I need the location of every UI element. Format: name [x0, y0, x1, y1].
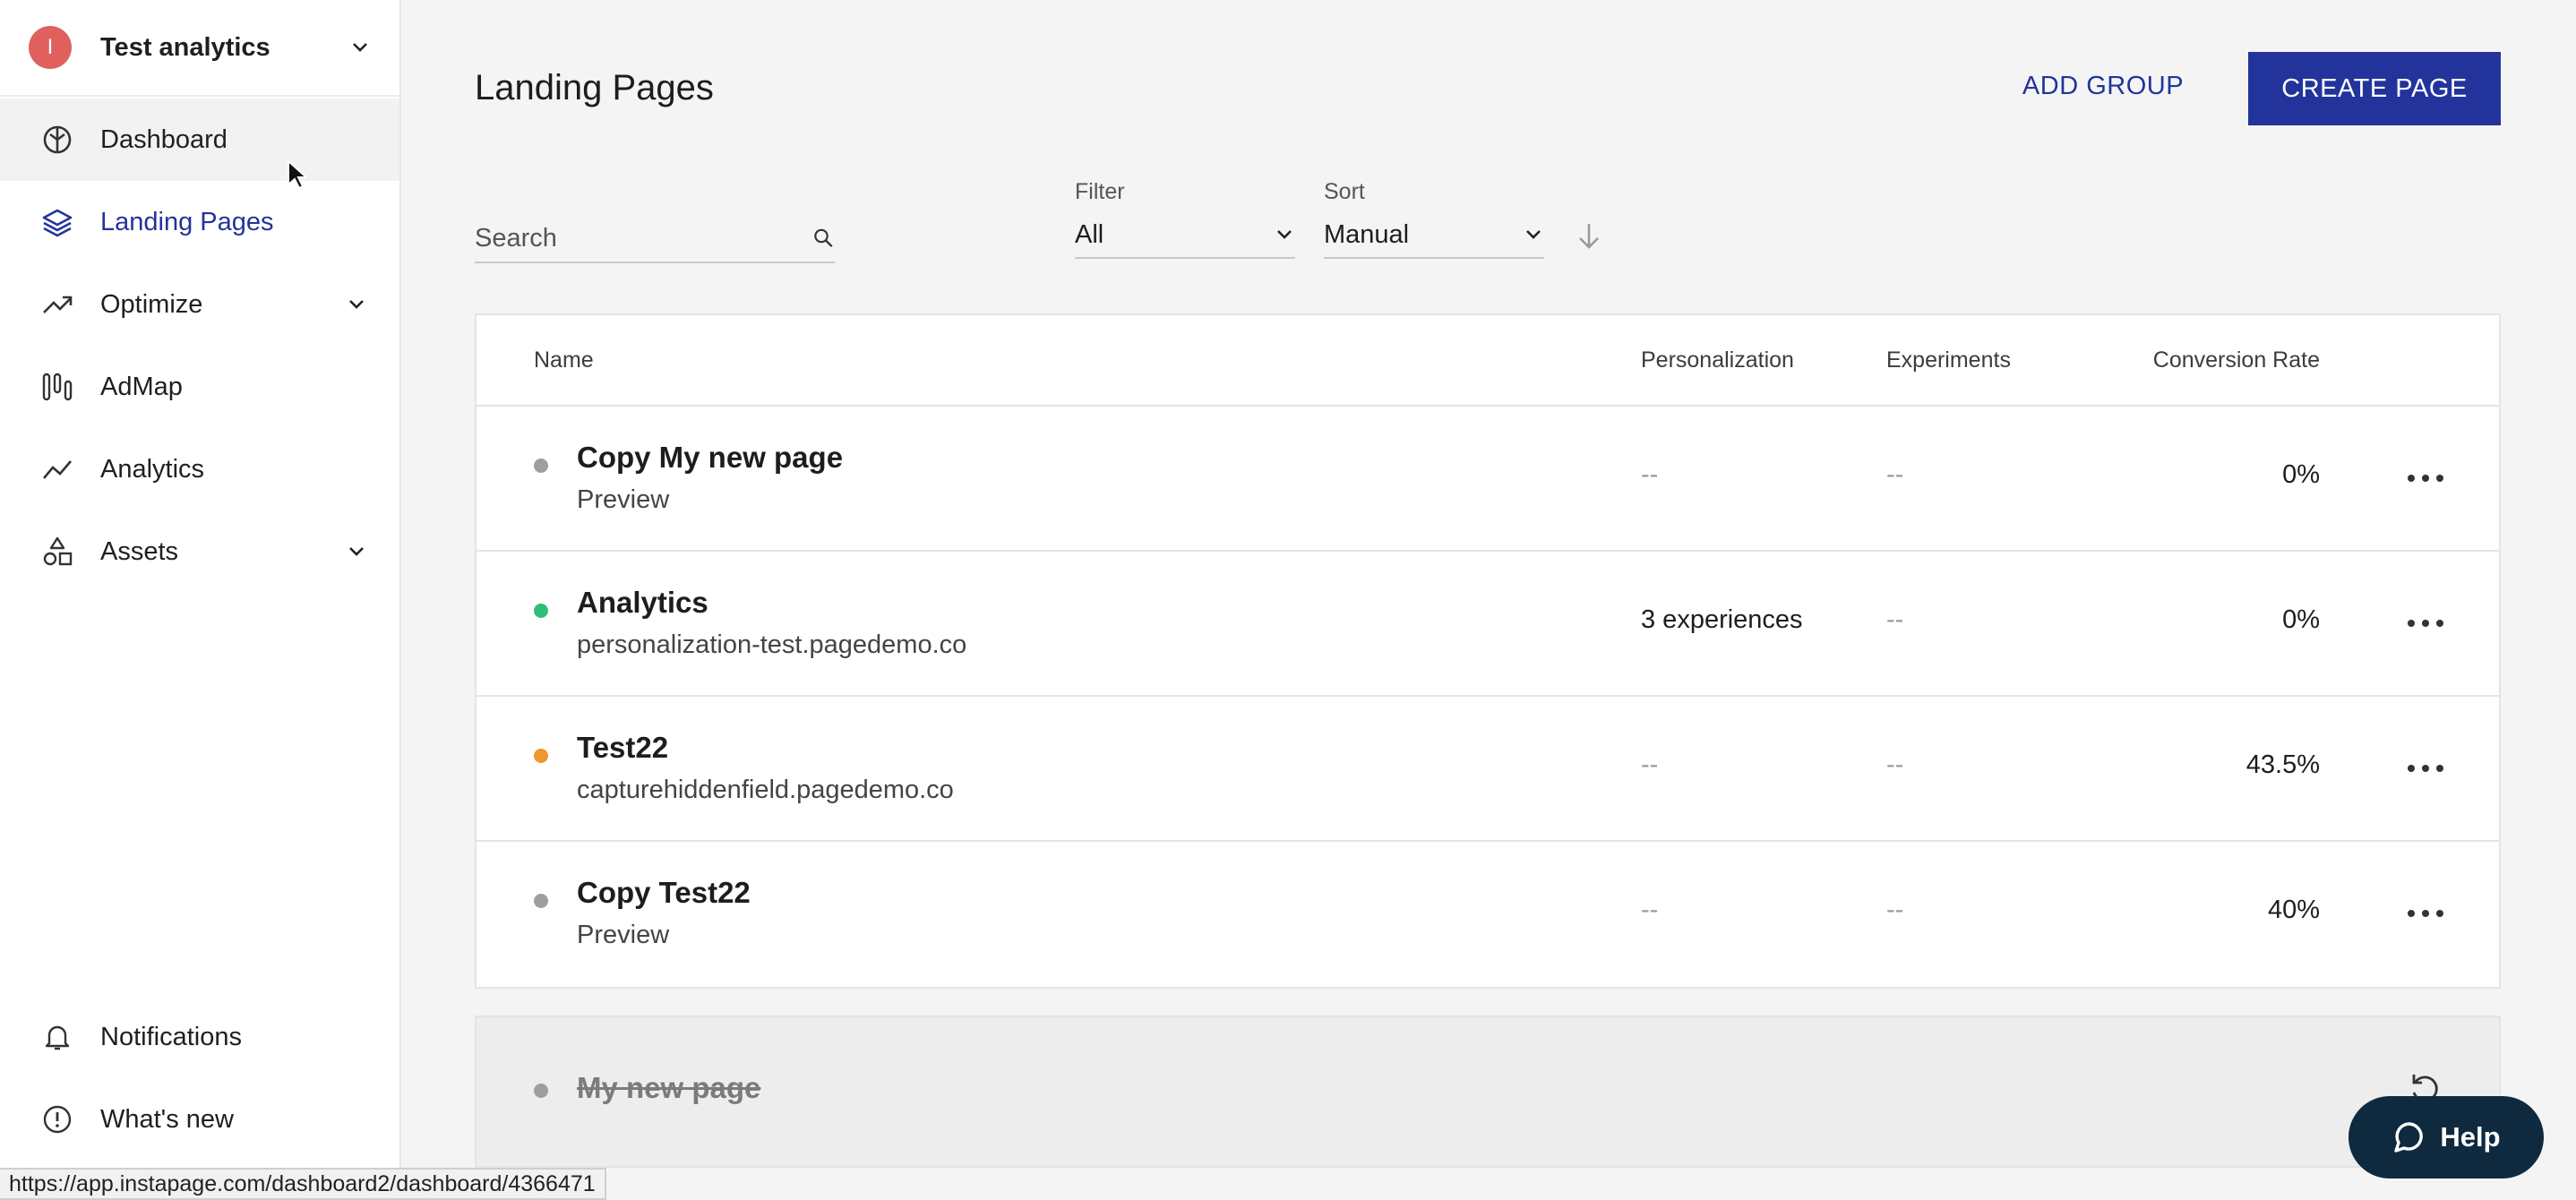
- sidebar-item-label: Notifications: [100, 1022, 242, 1051]
- workspace-avatar: I: [29, 26, 72, 69]
- sidebar-item-label: Dashboard: [100, 124, 228, 154]
- chevron-down-icon: [349, 300, 364, 309]
- column-header-conversion-rate[interactable]: Conversion Rate: [2153, 347, 2320, 373]
- workspace-switcher[interactable]: I Test analytics: [0, 0, 399, 97]
- page-title: Landing Pages: [475, 68, 714, 107]
- chevron-down-icon: [349, 547, 364, 556]
- sort-value: Manual: [1324, 219, 1410, 249]
- conversion-rate-value: 40%: [2267, 896, 2320, 924]
- more-options-icon[interactable]: [2408, 607, 2443, 639]
- filter-label: Filter: [1075, 179, 1125, 204]
- sidebar-item-landing-pages[interactable]: Landing Pages: [0, 181, 399, 263]
- status-dot: [534, 459, 548, 473]
- page-name[interactable]: Test22: [577, 731, 668, 765]
- page-url[interactable]: personalization-test.pagedemo.co: [577, 630, 966, 660]
- status-dot: [534, 604, 548, 618]
- column-header-experiments[interactable]: Experiments: [1886, 347, 2011, 373]
- sidebar-item-label: Optimize: [100, 289, 203, 319]
- sidebar-item-analytics[interactable]: Analytics: [0, 428, 399, 510]
- sidebar-item-admap[interactable]: AdMap: [0, 346, 399, 428]
- mouse-cursor-icon: [288, 159, 306, 190]
- table-header: Name Personalization Experiments Convers…: [477, 315, 2499, 407]
- chevron-down-icon: [353, 43, 367, 52]
- pages-table: Name Personalization Experiments Convers…: [475, 313, 2501, 989]
- info-icon: [39, 1101, 75, 1137]
- page-name[interactable]: Copy My new page: [577, 441, 843, 475]
- sort-direction-icon[interactable]: [1571, 219, 1607, 254]
- table-row[interactable]: Analytics personalization-test.pagedemo.…: [477, 552, 2499, 697]
- filter-dropdown[interactable]: All: [1075, 212, 1295, 259]
- sidebar-item-label: Analytics: [100, 454, 205, 484]
- status-dot: [534, 749, 548, 763]
- table-row[interactable]: Copy My new page Preview -- -- 0%: [477, 407, 2499, 552]
- column-header-name[interactable]: Name: [534, 347, 594, 373]
- conversion-rate-value: 43.5%: [2245, 750, 2320, 779]
- sidebar-item-label: Landing Pages: [100, 207, 274, 236]
- page-name[interactable]: Copy Test22: [577, 876, 751, 910]
- more-options-icon[interactable]: [2408, 897, 2443, 930]
- sort-label: Sort: [1324, 179, 1365, 204]
- more-options-icon[interactable]: [2408, 462, 2443, 494]
- chat-bubble-icon: [2394, 1122, 2424, 1153]
- chevron-down-icon: [1277, 230, 1292, 239]
- browser-status-bar: https://app.instapage.com/dashboard2/das…: [0, 1168, 606, 1200]
- sidebar-item-optimize[interactable]: Optimize: [0, 263, 399, 346]
- filter-select: Filter All: [1075, 179, 1295, 259]
- page-url[interactable]: Preview: [577, 921, 669, 950]
- experiments-value: --: [1886, 750, 1904, 779]
- sidebar-item-notifications[interactable]: Notifications: [0, 996, 399, 1078]
- table-row[interactable]: Copy Test22 Preview -- -- 40%: [477, 842, 2499, 987]
- sidebar-item-label: AdMap: [100, 372, 183, 401]
- filter-value: All: [1075, 219, 1104, 249]
- analytics-icon: [39, 451, 75, 487]
- search-icon[interactable]: [812, 225, 835, 252]
- admap-icon: [39, 369, 75, 405]
- page-name[interactable]: Analytics: [577, 586, 708, 620]
- sidebar-item-assets[interactable]: Assets: [0, 510, 399, 593]
- sidebar: I Test analytics Dashboard Landing Pages…: [0, 0, 401, 1200]
- assets-icon: [39, 534, 75, 570]
- help-button[interactable]: Help: [2348, 1096, 2544, 1179]
- layers-icon: [39, 204, 75, 240]
- personalization-value: --: [1641, 460, 1659, 489]
- personalization-value: --: [1641, 750, 1659, 779]
- sidebar-item-label: What's new: [100, 1104, 234, 1134]
- bell-icon: [39, 1019, 75, 1055]
- sort-select: Sort Manual: [1324, 179, 1544, 259]
- status-dot: [534, 894, 548, 908]
- search-field: [475, 215, 835, 263]
- status-dot: [534, 1084, 548, 1098]
- add-group-button[interactable]: ADD GROUP: [2014, 50, 2193, 122]
- search-input[interactable]: [475, 216, 812, 261]
- conversion-rate-value: 0%: [2282, 605, 2320, 634]
- workspace-name: Test analytics: [100, 32, 270, 62]
- experiments-value: --: [1886, 896, 1904, 924]
- sidebar-item-whats-new[interactable]: What's new: [0, 1078, 399, 1161]
- trend-up-icon: [39, 287, 75, 322]
- archived-row[interactable]: My new page: [475, 1016, 2501, 1168]
- page-name: My new page: [577, 1071, 761, 1104]
- sort-dropdown[interactable]: Manual: [1324, 212, 1544, 259]
- table-row[interactable]: Test22 capturehiddenfield.pagedemo.co --…: [477, 697, 2499, 842]
- experiments-value: --: [1886, 460, 1904, 489]
- column-header-personalization[interactable]: Personalization: [1641, 347, 1794, 373]
- page-url[interactable]: capturehiddenfield.pagedemo.co: [577, 776, 954, 805]
- more-options-icon[interactable]: [2408, 752, 2443, 784]
- dashboard-icon: [39, 122, 75, 158]
- sidebar-item-label: Assets: [100, 536, 179, 566]
- personalization-value[interactable]: 3 experiences: [1641, 605, 1803, 635]
- chevron-down-icon: [1526, 230, 1541, 239]
- help-label: Help: [2440, 1121, 2501, 1153]
- sidebar-item-dashboard[interactable]: Dashboard: [0, 99, 399, 181]
- experiments-value: --: [1886, 605, 1904, 634]
- personalization-value: --: [1641, 896, 1659, 924]
- create-page-button[interactable]: CREATE PAGE: [2248, 52, 2501, 125]
- conversion-rate-value: 0%: [2282, 460, 2320, 489]
- main-content: Landing Pages ADD GROUP CREATE PAGE Filt…: [401, 0, 2576, 1200]
- page-url[interactable]: Preview: [577, 485, 669, 515]
